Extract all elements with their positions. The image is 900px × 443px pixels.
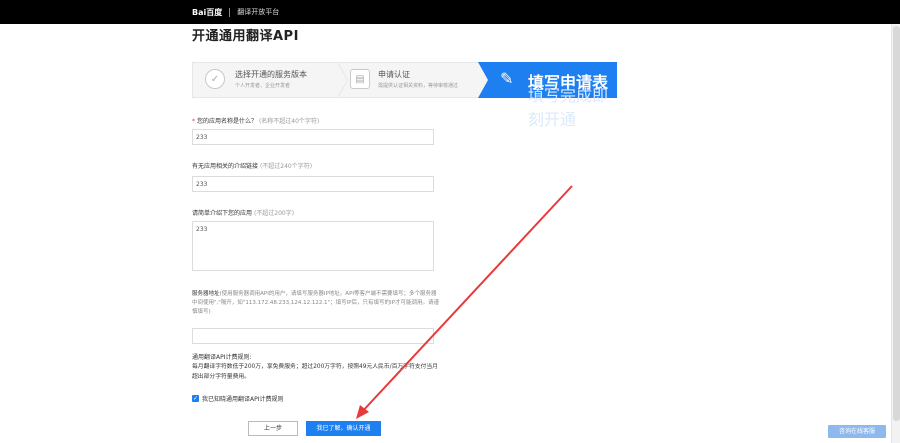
app-name-input[interactable]: 233: [192, 129, 434, 145]
brand-text: Bai百度: [192, 7, 223, 17]
step-fill-form: ✎ 填写申请表格 填写完成即刻开通: [478, 62, 617, 129]
app-name-hint: (名称不超过40个字符): [258, 118, 320, 125]
previous-step-button[interactable]: 上一步: [248, 421, 298, 436]
id-card-icon: ▤: [350, 69, 370, 89]
logo-divider: [229, 7, 231, 17]
server-address-label-text: 服务器地址: [192, 291, 220, 297]
server-address-input[interactable]: [192, 328, 434, 344]
app-link-label: 有无应用相关的介绍链接 (不超过240个字符): [192, 161, 312, 170]
top-bar: Bai百度 翻译开放平台: [0, 0, 900, 24]
confirm-activate-button[interactable]: 我已了解，确认开通: [306, 421, 381, 436]
baidu-logo[interactable]: Bai百度 翻译开放平台: [192, 6, 279, 18]
app-name-label-text: 您的应用名称是什么？: [197, 118, 258, 125]
step-title: 申请认证: [378, 70, 410, 79]
agree-label: 我已知晓通用翻译API计费规则: [202, 396, 284, 403]
billing-rules-text: 每月翻译字符数低于200万，享免费服务；超过200万字符，按照49元人民币/百万…: [192, 364, 438, 380]
step-subtitle: 填写完成即刻开通: [528, 86, 609, 129]
app-link-input[interactable]: 233: [192, 176, 434, 192]
step-separator-active: [478, 62, 488, 98]
step-title: 选择开通的服务版本: [235, 70, 307, 79]
step-select-version: ✓ 选择开通的服务版本 个人开发者、企业开发者: [193, 63, 338, 97]
check-icon: ✓: [205, 69, 225, 89]
agree-billing-rules[interactable]: ✓ 我已知晓通用翻译API计费规则: [192, 394, 284, 403]
server-address-note: (使用服务器调用API的用户，请填写服务器IP地址。API等客户端不需要填写；多…: [192, 291, 439, 315]
platform-name: 翻译开放平台: [237, 8, 280, 16]
app-intro-label: 请简单介绍下您的应用 (不超过200字): [192, 208, 294, 217]
online-consult-button[interactable]: 咨询在线客服: [828, 425, 886, 438]
app-name-label: * 您的应用名称是什么？ (名称不超过40个字符): [192, 116, 319, 125]
server-address-label: 服务器地址(使用服务器调用API的用户，请填写服务器IP地址。API等客户端不需…: [192, 290, 440, 317]
app-intro-hint: (不超过200字): [253, 210, 295, 217]
app-intro-label-text: 请简单介绍下您的应用: [192, 210, 253, 217]
app-link-label-text: 有无应用相关的介绍链接: [192, 163, 259, 170]
arrow-head: [356, 405, 369, 419]
billing-rules-title: 通用翻译API计费规则:: [192, 354, 252, 361]
edit-icon: ✎: [500, 69, 514, 88]
required-mark: *: [192, 118, 195, 125]
checkbox-checked-icon[interactable]: ✓: [192, 395, 199, 402]
scrollbar[interactable]: [891, 24, 900, 443]
step-certification: ▤ 申请认证 需提供认证相关资料，等待审核通过: [338, 63, 478, 97]
app-intro-textarea[interactable]: 233: [192, 221, 434, 271]
step-subtitle: 个人开发者、企业开发者: [235, 83, 291, 89]
step-subtitle: 需提供认证相关资料，等待审核通过: [378, 83, 459, 89]
progress-steps: ✓ 选择开通的服务版本 个人开发者、企业开发者 ▤ 申请认证 需提供认证相关资料…: [192, 62, 617, 129]
app-link-hint: (不超过240个字符): [259, 163, 313, 170]
scrollbar-thumb[interactable]: [893, 26, 900, 421]
page-title: 开通通用翻译API: [192, 29, 299, 44]
